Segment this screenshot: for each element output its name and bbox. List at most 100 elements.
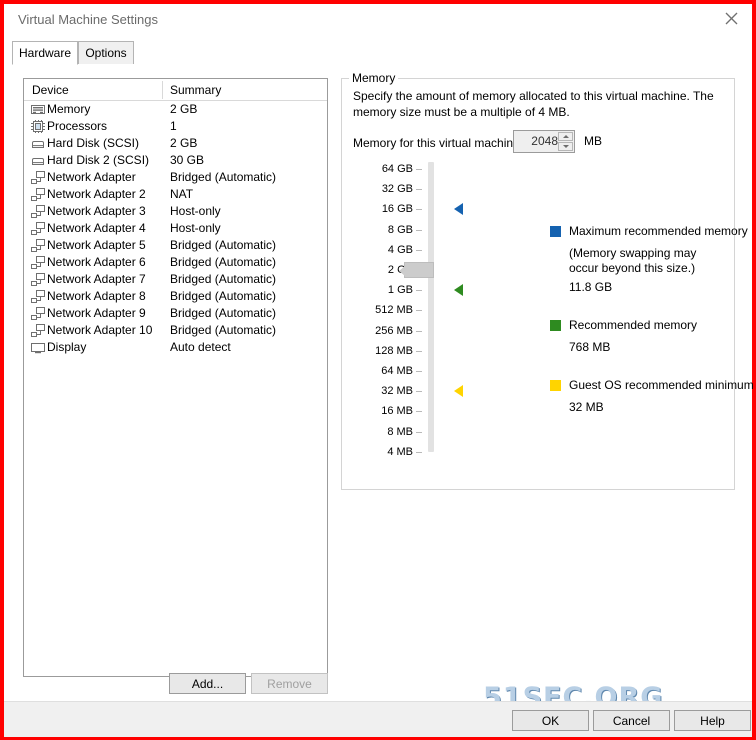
scale-tick bbox=[416, 189, 422, 191]
guest-minimum-marker bbox=[454, 385, 463, 398]
close-icon[interactable] bbox=[710, 4, 752, 32]
memory-scale-ticks bbox=[416, 164, 424, 453]
device-summary: Host-only bbox=[170, 221, 221, 235]
add-device-button[interactable]: Add... bbox=[169, 673, 246, 694]
scale-label: 64 GB bbox=[381, 163, 413, 175]
device-summary: Bridged (Automatic) bbox=[170, 272, 277, 286]
help-button-label: Help bbox=[700, 713, 725, 728]
help-button[interactable]: Help bbox=[674, 710, 751, 731]
window-title: Virtual Machine Settings bbox=[18, 12, 158, 27]
device-row[interactable]: Memory 2 GB bbox=[24, 101, 327, 118]
device-list[interactable]: Device Summary Memory 2 GB Processors 1 Hard… bbox=[23, 78, 328, 677]
device-name: Hard Disk (SCSI) bbox=[47, 136, 140, 150]
scale-label: 4 MB bbox=[387, 445, 413, 458]
device-name: Network Adapter 6 bbox=[47, 255, 146, 269]
device-row[interactable]: Network Adapter 7 Bridged (Automatic) bbox=[24, 271, 327, 288]
maximum-recommended-marker bbox=[454, 203, 463, 216]
memory-size-value[interactable]: 2048 bbox=[514, 134, 558, 148]
harddisk-icon bbox=[31, 137, 45, 150]
device-row[interactable]: Network Adapter 10 Bridged (Automatic) bbox=[24, 322, 327, 339]
network-adapter-icon bbox=[31, 171, 45, 184]
stepper-decrement-icon[interactable] bbox=[558, 142, 573, 151]
device-name: Processors bbox=[47, 119, 108, 133]
memory-group-title: Memory bbox=[349, 71, 399, 85]
remove-device-label: Remove bbox=[267, 676, 312, 691]
legend-swatch bbox=[550, 226, 561, 237]
device-row[interactable]: Processors 1 bbox=[24, 118, 327, 135]
memory-slider-thumb[interactable] bbox=[399, 262, 434, 278]
scale-tick bbox=[416, 310, 422, 312]
network-adapter-icon bbox=[31, 324, 45, 337]
device-row[interactable]: Display Auto detect bbox=[24, 339, 327, 356]
device-name: Network Adapter 5 bbox=[47, 238, 146, 252]
device-summary: NAT bbox=[170, 187, 194, 201]
scale-tick bbox=[416, 371, 422, 372]
device-name: Hard Disk 2 (SCSI) bbox=[47, 153, 150, 167]
memory-slider-track[interactable] bbox=[428, 162, 434, 452]
stepper-increment-icon[interactable] bbox=[558, 132, 573, 141]
tab-hardware-label: Hardware bbox=[18, 46, 72, 60]
device-row[interactable]: Network Adapter 9 Bridged (Automatic) bbox=[24, 305, 327, 322]
scale-tick bbox=[416, 411, 422, 413]
device-row[interactable]: Network Adapter 2 NAT bbox=[24, 186, 327, 203]
device-name: Network Adapter bbox=[47, 170, 136, 184]
recommended-marker bbox=[454, 284, 463, 297]
legend-value: 11.8 GB bbox=[569, 280, 613, 294]
memory-size-stepper[interactable]: 2048 bbox=[513, 130, 575, 153]
device-summary: Bridged (Automatic) bbox=[170, 255, 277, 269]
network-adapter-icon bbox=[31, 290, 45, 303]
device-name: Memory bbox=[47, 102, 91, 116]
scale-label: 8 GB bbox=[387, 223, 413, 236]
device-summary: Bridged (Automatic) bbox=[170, 238, 277, 252]
cancel-button[interactable]: Cancel bbox=[593, 710, 670, 731]
device-list-header: Device Summary bbox=[24, 79, 327, 101]
title-bar: Virtual Machine Settings bbox=[4, 4, 752, 34]
scale-label: 4 GB bbox=[387, 243, 413, 256]
column-header-summary: Summary bbox=[170, 83, 222, 97]
device-row[interactable]: Network Adapter 4 Host-only bbox=[24, 220, 327, 237]
device-summary: Auto detect bbox=[170, 340, 231, 354]
device-row[interactable]: Network Adapter Bridged (Automatic) bbox=[24, 169, 327, 186]
scale-label: 8 MB bbox=[387, 425, 413, 438]
scale-label: 128 MB bbox=[375, 344, 413, 357]
device-row[interactable]: Hard Disk 2 (SCSI) 30 GB bbox=[24, 152, 327, 169]
display-icon bbox=[31, 341, 45, 354]
legend-value: 768 MB bbox=[569, 340, 611, 354]
tab-options[interactable]: Options bbox=[78, 41, 134, 65]
scale-label: 1 GB bbox=[387, 284, 413, 297]
device-name: Network Adapter 3 bbox=[47, 204, 146, 218]
stepper-buttons bbox=[558, 132, 573, 151]
dialog-footer: OK Cancel Help bbox=[4, 701, 752, 737]
tab-hardware[interactable]: Hardware bbox=[12, 41, 78, 65]
network-adapter-icon bbox=[31, 256, 45, 269]
device-row[interactable]: Network Adapter 8 Bridged (Automatic) bbox=[24, 288, 327, 305]
device-summary: Host-only bbox=[170, 204, 221, 218]
device-summary: Bridged (Automatic) bbox=[170, 323, 277, 337]
memory-description: Specify the amount of memory allocated t… bbox=[353, 89, 714, 119]
memory-unit-label: MB bbox=[584, 134, 602, 148]
legend-note: (Memory swapping may occur beyond this s… bbox=[569, 246, 697, 275]
memory-field-label: Memory for this virtual machine: bbox=[353, 136, 524, 150]
scale-tick bbox=[416, 431, 422, 433]
device-row[interactable]: Network Adapter 6 Bridged (Automatic) bbox=[24, 254, 327, 271]
scale-label: 512 MB bbox=[375, 304, 413, 317]
device-name: Network Adapter 4 bbox=[47, 221, 146, 235]
scale-label: 16 GB bbox=[381, 203, 413, 216]
device-name: Network Adapter 9 bbox=[47, 306, 146, 320]
ok-button[interactable]: OK bbox=[512, 710, 589, 731]
memory-icon bbox=[31, 103, 45, 116]
scale-tick bbox=[416, 330, 422, 332]
legend-swatch bbox=[550, 320, 561, 331]
scale-label: 32 MB bbox=[381, 385, 413, 398]
scale-label: 32 GB bbox=[381, 183, 413, 196]
device-name: Network Adapter 7 bbox=[47, 272, 146, 286]
device-summary: 2 GB bbox=[170, 136, 198, 150]
column-divider bbox=[162, 81, 163, 99]
processor-icon bbox=[31, 120, 45, 133]
device-row[interactable]: Hard Disk (SCSI) 2 GB bbox=[24, 135, 327, 152]
scale-tick bbox=[416, 391, 422, 393]
scale-tick bbox=[416, 249, 422, 251]
scale-tick bbox=[416, 209, 422, 211]
device-row[interactable]: Network Adapter 3 Host-only bbox=[24, 203, 327, 220]
device-row[interactable]: Network Adapter 5 Bridged (Automatic) bbox=[24, 237, 327, 254]
